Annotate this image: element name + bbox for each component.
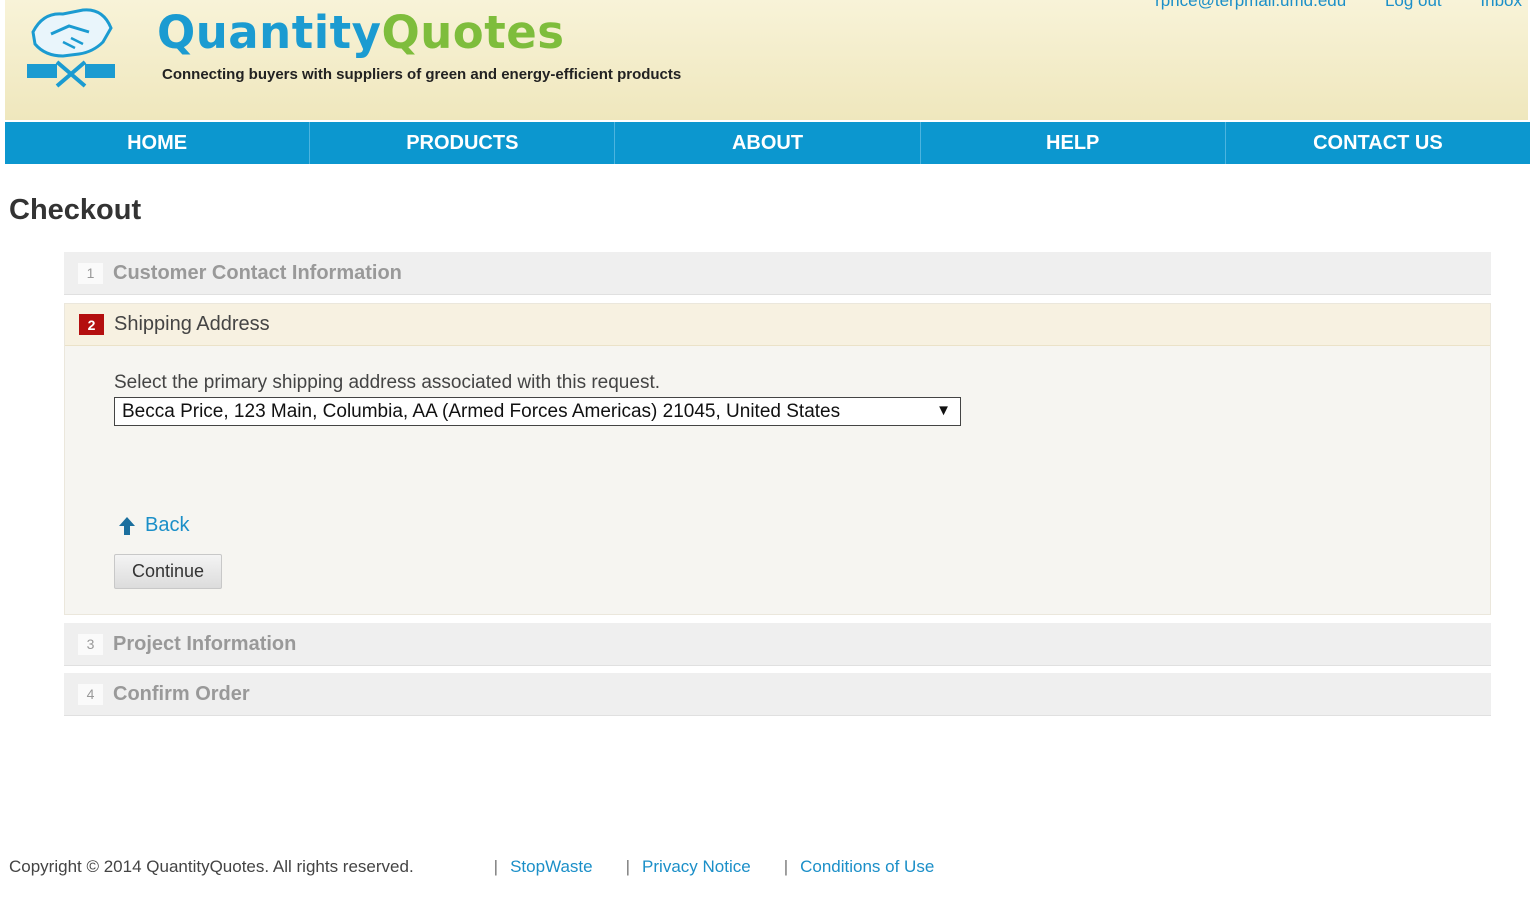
- site-header: QuantityQuotes Connecting buyers with su…: [5, 0, 1528, 120]
- site-footer: Copyright © 2014 QuantityQuotes. All rig…: [9, 857, 967, 877]
- step-confirm-order[interactable]: 4 Confirm Order: [64, 673, 1491, 716]
- step-header[interactable]: 1 Customer Contact Information: [64, 252, 1491, 294]
- inbox-link[interactable]: Inbox: [1480, 0, 1522, 10]
- continue-button[interactable]: Continue: [114, 554, 222, 589]
- shipping-address-select[interactable]: Becca Price, 123 Main, Columbia, AA (Arm…: [114, 397, 961, 426]
- nav-products[interactable]: PRODUCTS: [310, 122, 616, 164]
- brand-wordmark[interactable]: QuantityQuotes: [157, 6, 565, 59]
- footer-separator: |: [493, 857, 499, 876]
- step-customer-contact[interactable]: 1 Customer Contact Information: [64, 252, 1491, 295]
- back-link[interactable]: Back: [118, 514, 189, 537]
- step-title: Customer Contact Information: [113, 261, 402, 284]
- footer-link-privacy-notice[interactable]: Privacy Notice: [642, 857, 751, 877]
- step-header[interactable]: 3 Project Information: [64, 623, 1491, 665]
- tagline: Connecting buyers with suppliers of gree…: [162, 66, 682, 83]
- step-number: 4: [78, 683, 103, 705]
- main-nav: HOME PRODUCTS ABOUT HELP CONTACT US: [5, 122, 1530, 164]
- shipping-form: Select the primary shipping address asso…: [65, 346, 1490, 614]
- logout-link[interactable]: Log out: [1385, 0, 1442, 10]
- step-number: 1: [78, 262, 103, 284]
- step-header: 2 Shipping Address: [65, 304, 1490, 346]
- step-title: Confirm Order: [113, 682, 250, 705]
- nav-help[interactable]: HELP: [921, 122, 1226, 164]
- step-title: Shipping Address: [114, 313, 270, 335]
- nav-about[interactable]: ABOUT: [615, 122, 921, 164]
- step-title: Project Information: [113, 632, 297, 655]
- account-links: rprice@terpmail.umd.edu Log out Inbox: [1121, 0, 1522, 11]
- footer-separator: |: [783, 857, 789, 876]
- footer-link-conditions-of-use[interactable]: Conditions of Use: [800, 857, 934, 877]
- step-header[interactable]: 4 Confirm Order: [64, 673, 1491, 715]
- user-email-link[interactable]: rprice@terpmail.umd.edu: [1155, 0, 1346, 10]
- back-label: Back: [145, 514, 190, 536]
- page-title: Checkout: [9, 194, 142, 226]
- up-arrow-icon: [119, 516, 135, 535]
- step-shipping-address: 2 Shipping Address Select the primary sh…: [64, 303, 1491, 615]
- footer-link-stopwaste[interactable]: StopWaste: [510, 857, 593, 877]
- step-number: 3: [78, 633, 103, 655]
- shipping-instruction: Select the primary shipping address asso…: [114, 372, 660, 393]
- handshake-logo-icon[interactable]: [23, 2, 119, 92]
- brand-part-quantity: Quantity: [157, 6, 382, 59]
- brand-part-quotes: Quotes: [381, 6, 565, 59]
- footer-links: | StopWaste | Privacy Notice | Condition…: [494, 857, 968, 877]
- step-number: 2: [79, 314, 104, 335]
- nav-contact-us[interactable]: CONTACT US: [1226, 122, 1530, 164]
- selected-address: Becca Price, 123 Main, Columbia, AA (Arm…: [122, 400, 841, 422]
- footer-separator: |: [625, 857, 631, 876]
- nav-home[interactable]: HOME: [5, 122, 311, 164]
- copyright-text: Copyright © 2014 QuantityQuotes. All rig…: [9, 857, 414, 876]
- step-project-information[interactable]: 3 Project Information: [64, 623, 1491, 666]
- dropdown-arrow-icon[interactable]: ▼: [936, 402, 951, 419]
